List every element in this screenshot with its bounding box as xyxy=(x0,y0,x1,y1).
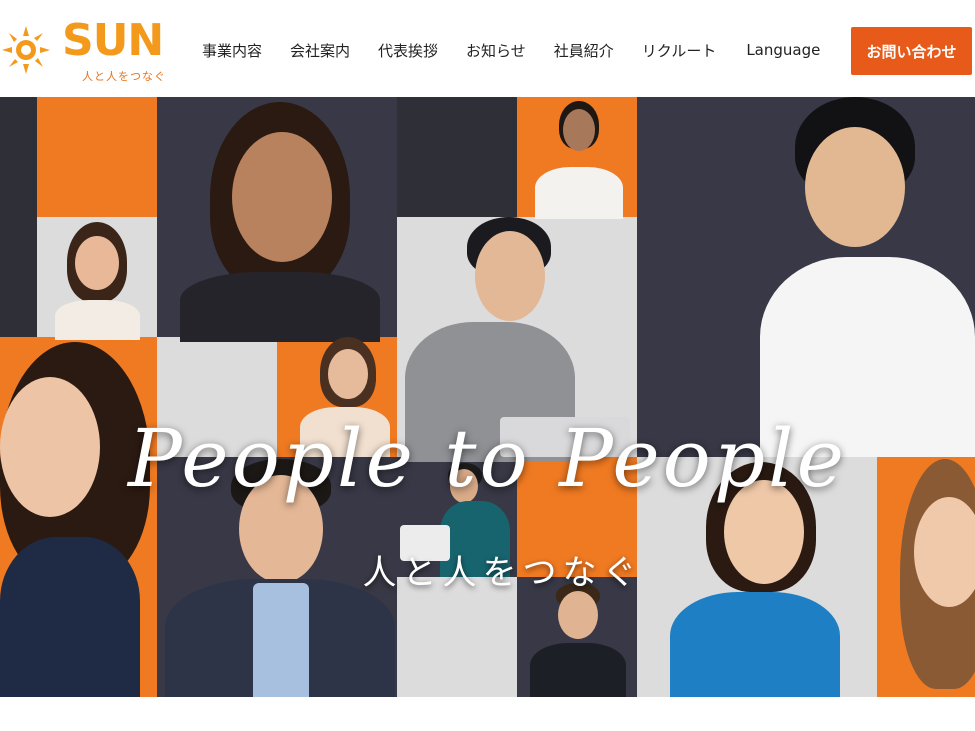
site-logo[interactable]: SUN 人と人をつなぐ xyxy=(0,14,180,84)
person-photo xyxy=(700,97,975,457)
person-photo xyxy=(525,101,630,219)
nav-item-language[interactable]: Language xyxy=(746,41,820,59)
main-nav: 事業内容 会社案内 代表挨拶 お知らせ 社員紹介 リクルート Language xyxy=(188,36,834,64)
nav-item-business[interactable]: 事業内容 xyxy=(202,40,262,61)
person-photo xyxy=(0,337,155,697)
person-photo xyxy=(522,579,634,697)
contact-button[interactable]: お問い合わせ xyxy=(851,27,972,75)
hero-headline: People to People xyxy=(128,412,847,505)
sun-icon xyxy=(2,26,50,74)
person-photo xyxy=(170,102,390,342)
collage-tile xyxy=(37,97,157,217)
hero-subline: 人と人をつなぐ xyxy=(362,553,643,593)
site-header: SUN 人と人をつなぐ 事業内容 会社案内 代表挨拶 お知らせ 社員紹介 リクル… xyxy=(0,0,975,97)
nav-item-message[interactable]: 代表挨拶 xyxy=(378,40,438,61)
nav-item-news[interactable]: お知らせ xyxy=(466,40,526,61)
collage-tile xyxy=(397,577,517,697)
nav-item-recruit[interactable]: リクルート xyxy=(642,40,717,61)
nav-item-company[interactable]: 会社案内 xyxy=(290,40,350,61)
hero-collage: People to People 人と人をつなぐ xyxy=(0,97,975,697)
nav-item-staff[interactable]: 社員紹介 xyxy=(554,40,614,61)
logo-wordmark: SUN xyxy=(62,15,164,66)
logo-tagline: 人と人をつなぐ xyxy=(82,70,166,83)
person-photo xyxy=(45,222,150,340)
